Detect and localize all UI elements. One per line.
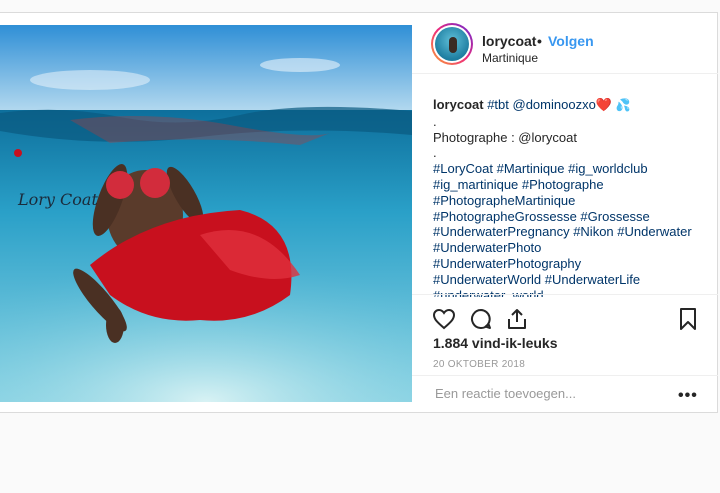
caption-text[interactable]: #tbt @dominoozxo — [487, 97, 596, 112]
photo-watermark: Lory Coat — [17, 190, 98, 209]
post-photo[interactable]: Lory Coat — [0, 25, 412, 402]
hashtag-line[interactable]: #ig_martinique #Photographe — [433, 177, 713, 193]
caption-photographer: Photographe : @lorycoat — [433, 129, 578, 145]
comment-input[interactable] — [433, 385, 677, 402]
share-icon[interactable] — [505, 307, 529, 331]
location-link[interactable]: Martinique — [482, 51, 538, 65]
post-card: Lory Coat lorycoat • Volgen Martinique l… — [0, 12, 718, 413]
hashtag-line[interactable]: #PhotographeGrossesse #Grossesse — [433, 209, 713, 225]
avatar[interactable] — [431, 23, 473, 65]
caption-first-line: lorycoat #tbt @dominoozxo❤️ 💦 — [433, 97, 713, 114]
caption-username[interactable]: lorycoat — [433, 97, 484, 112]
post-date[interactable]: 20 OKTOBER 2018 — [433, 359, 525, 370]
likes-count[interactable]: 1.884 vind-ik-leuks — [433, 335, 558, 351]
avatar-figure — [449, 37, 457, 53]
hashtag-line[interactable]: #UnderwaterWorld #UnderwaterLife — [433, 272, 713, 288]
avatar-image — [433, 25, 471, 63]
caption-dot: . — [433, 145, 437, 161]
hashtag-line[interactable]: #LoryCoat #Martinique #ig_worldclub — [433, 161, 713, 177]
hashtag-line[interactable]: #PhotographeMartinique — [433, 193, 713, 209]
hashtag-line[interactable]: #UnderwaterPhoto — [433, 240, 713, 256]
bookmark-icon[interactable] — [676, 307, 700, 331]
comment-icon[interactable] — [469, 307, 493, 331]
avatar-photo — [435, 27, 469, 61]
post-header: lorycoat • Volgen Martinique — [412, 13, 718, 74]
header-separator: • — [537, 33, 542, 49]
follow-button[interactable]: Volgen — [548, 33, 594, 49]
heart-emoji: ❤️ — [595, 97, 612, 112]
underwater-photo: Lory Coat — [0, 25, 412, 402]
comment-section: ••• — [412, 375, 718, 415]
hashtag-line[interactable]: #UnderwaterPhotography — [433, 256, 713, 272]
post-details-panel: lorycoat • Volgen Martinique lorycoat #t… — [412, 13, 718, 414]
caption: lorycoat #tbt @dominoozxo❤️ 💦 . Photogra… — [433, 97, 713, 297]
more-options-icon[interactable]: ••• — [678, 387, 698, 405]
drops-emoji: 💦 — [615, 98, 631, 112]
caption-dot: . — [433, 113, 437, 129]
heart-icon[interactable] — [432, 307, 456, 331]
header-username[interactable]: lorycoat — [482, 33, 536, 49]
hashtag-line[interactable]: #UnderwaterPregnancy #Nikon #Underwater — [433, 224, 713, 240]
